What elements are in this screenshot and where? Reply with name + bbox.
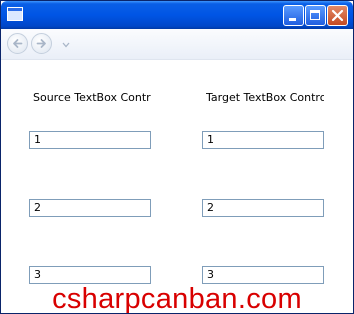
target-column-label: Target TextBox Controls	[206, 91, 324, 104]
window-icon	[7, 7, 23, 21]
watermark-text: csharpcanban.com	[52, 283, 302, 314]
app-window: Source TextBox Controls Target TextBox C…	[0, 0, 354, 314]
maximize-icon	[310, 10, 320, 20]
back-button[interactable]	[7, 33, 28, 54]
chevron-down-icon[interactable]	[62, 42, 70, 48]
source-textbox-1[interactable]: 1	[29, 131, 151, 149]
navigation-bar	[1, 29, 353, 60]
back-arrow-icon	[13, 39, 23, 48]
minimize-button[interactable]	[283, 5, 304, 26]
forward-arrow-icon	[36, 39, 46, 48]
forward-button[interactable]	[31, 33, 52, 54]
content-area: Source TextBox Controls Target TextBox C…	[1, 60, 353, 313]
source-column-label: Source TextBox Controls	[33, 91, 151, 104]
target-textbox-2[interactable]: 2	[202, 199, 324, 217]
close-button[interactable]	[327, 5, 348, 26]
maximize-button[interactable]	[305, 5, 326, 26]
source-textbox-3[interactable]: 3	[29, 266, 151, 284]
minimize-icon	[289, 18, 296, 21]
target-textbox-3[interactable]: 3	[202, 266, 324, 284]
title-bar[interactable]	[1, 1, 353, 29]
target-textbox-1[interactable]: 1	[202, 131, 324, 149]
close-icon	[331, 9, 344, 22]
source-textbox-2[interactable]: 2	[29, 199, 151, 217]
